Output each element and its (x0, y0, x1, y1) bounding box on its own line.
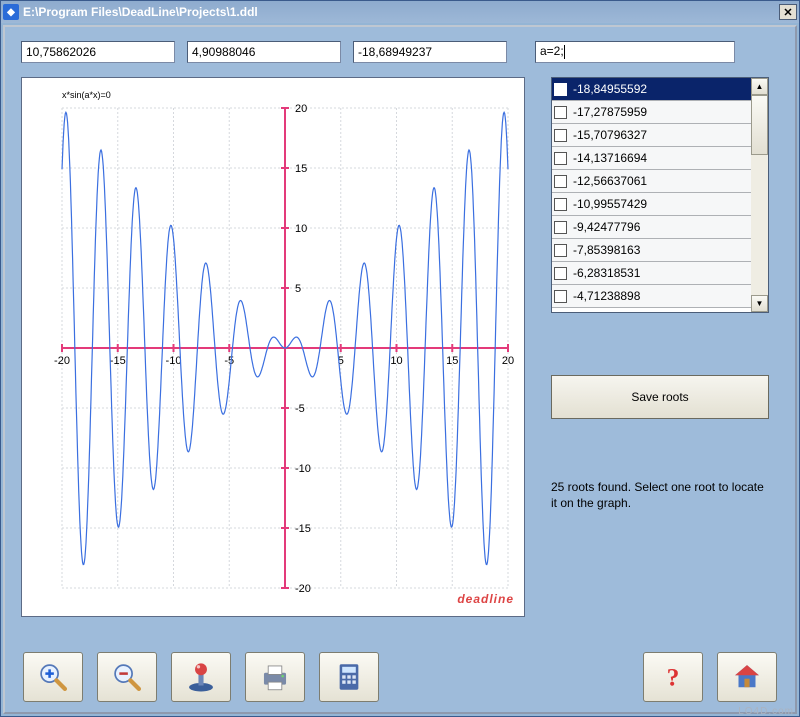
svg-text:20: 20 (502, 355, 514, 367)
list-item[interactable]: -18,84955592 (552, 78, 751, 101)
main-row: x*sin(a*x)=0 -20 -15 -10 -5 5 10 15 20 -20 -15 -10… (21, 77, 779, 617)
svg-text:-20: -20 (54, 355, 70, 367)
scroll-up-button[interactable]: ▲ (751, 78, 768, 95)
chart-inner: x*sin(a*x)=0 -20 -15 -10 -5 5 10 15 20 -20 -15 -10… (22, 78, 524, 616)
print-button[interactable] (245, 652, 305, 702)
help-button[interactable]: ? (643, 652, 703, 702)
root-value: -18,84955592 (573, 82, 647, 96)
help-icon: ? (656, 660, 690, 694)
scrollbar[interactable]: ▲ ▼ (751, 78, 768, 312)
list-item[interactable]: -10,99557429 (552, 193, 751, 216)
text-cursor (564, 45, 565, 59)
printer-icon (258, 660, 292, 694)
calculator-button[interactable] (319, 652, 379, 702)
svg-text:-10: -10 (166, 355, 182, 367)
chart-panel[interactable]: x*sin(a*x)=0 -20 -15 -10 -5 5 10 15 20 -20 -15 -10… (21, 77, 525, 617)
home-icon (730, 660, 764, 694)
roots-listbox[interactable]: -18,84955592 -17,27875959 -15,70796327 -14,… (551, 77, 769, 313)
scroll-track[interactable] (751, 95, 768, 295)
zoom-in-icon (36, 660, 70, 694)
svg-text:10: 10 (295, 223, 307, 235)
checkbox[interactable] (554, 83, 567, 96)
svg-text:-10: -10 (295, 463, 311, 475)
footer-logo: LO4D.com (738, 706, 794, 717)
checkbox[interactable] (554, 175, 567, 188)
svg-text:-15: -15 (295, 523, 311, 535)
list-item[interactable]: -12,56637061 (552, 170, 751, 193)
titlebar[interactable]: ◆ E:\Program Files\DeadLine\Projects\1.d… (1, 1, 799, 23)
checkbox[interactable] (554, 152, 567, 165)
root-value: -10,99557429 (573, 197, 647, 211)
right-column: -18,84955592 -17,27875959 -15,70796327 -14,… (551, 77, 769, 617)
toolbar: ? (23, 652, 777, 702)
root-value: -9,42477796 (573, 220, 640, 234)
scroll-thumb[interactable] (751, 95, 768, 155)
status-text: 25 roots found. Select one root to locat… (551, 479, 769, 511)
svg-text:15: 15 (446, 355, 458, 367)
list-item[interactable]: -4,71238898 (552, 285, 751, 308)
svg-text:-5: -5 (295, 403, 305, 415)
chart-equation-label: x*sin(a*x)=0 (62, 90, 111, 100)
app-window: ◆ E:\Program Files\DeadLine\Projects\1.d… (0, 0, 800, 717)
svg-text:?: ? (667, 663, 680, 692)
zoom-out-icon (110, 660, 144, 694)
list-item[interactable]: -6,28318531 (552, 262, 751, 285)
root-value: -7,85398163 (573, 243, 640, 257)
top-inputs-row: a=2; (21, 41, 779, 63)
svg-text:5: 5 (295, 283, 301, 295)
root-value: -6,28318531 (573, 266, 640, 280)
list-item[interactable]: -9,42477796 (552, 216, 751, 239)
window-title: E:\Program Files\DeadLine\Projects\1.ddl (23, 5, 779, 19)
checkbox[interactable] (554, 267, 567, 280)
checkbox[interactable] (554, 244, 567, 257)
svg-text:20: 20 (295, 103, 307, 115)
list-item[interactable]: -7,85398163 (552, 239, 751, 262)
root-value: -15,70796327 (573, 128, 647, 142)
svg-text:15: 15 (295, 163, 307, 175)
svg-text:-5: -5 (224, 355, 234, 367)
list-item[interactable]: -15,70796327 (552, 124, 751, 147)
list-item[interactable]: -17,27875959 (552, 101, 751, 124)
list-item[interactable]: -14,13716694 (552, 147, 751, 170)
svg-text:-15: -15 (110, 355, 126, 367)
root-value: -14,13716694 (573, 151, 647, 165)
joystick-icon (184, 660, 218, 694)
zoom-in-button[interactable] (23, 652, 83, 702)
save-roots-button[interactable]: Save roots (551, 375, 769, 419)
value2-input[interactable] (187, 41, 341, 63)
pan-button[interactable] (171, 652, 231, 702)
roots-items: -18,84955592 -17,27875959 -15,70796327 -14,… (552, 78, 751, 312)
app-icon: ◆ (3, 4, 19, 20)
checkbox[interactable] (554, 129, 567, 142)
root-value: -12,56637061 (573, 174, 647, 188)
checkbox[interactable] (554, 290, 567, 303)
checkbox[interactable] (554, 221, 567, 234)
calculator-icon (332, 660, 366, 694)
watermark: deadline (457, 592, 514, 606)
svg-text:-20: -20 (295, 583, 311, 595)
parameter-input[interactable]: a=2; (535, 41, 735, 63)
home-button[interactable] (717, 652, 777, 702)
value3-input[interactable] (353, 41, 507, 63)
value1-input[interactable] (21, 41, 175, 63)
root-value: -17,27875959 (573, 105, 647, 119)
checkbox[interactable] (554, 106, 567, 119)
scroll-down-button[interactable]: ▼ (751, 295, 768, 312)
plot-svg: -20-15-10-55101520-20-15-10-55101520 (22, 78, 526, 618)
svg-text:10: 10 (390, 355, 402, 367)
checkbox[interactable] (554, 198, 567, 211)
zoom-out-button[interactable] (97, 652, 157, 702)
close-button[interactable]: ✕ (779, 4, 797, 20)
client-area: a=2; x*sin(a*x)=0 -20 -15 -10 -5 5 10 15 20 -20 -… (3, 25, 797, 714)
root-value: -4,71238898 (573, 289, 640, 303)
